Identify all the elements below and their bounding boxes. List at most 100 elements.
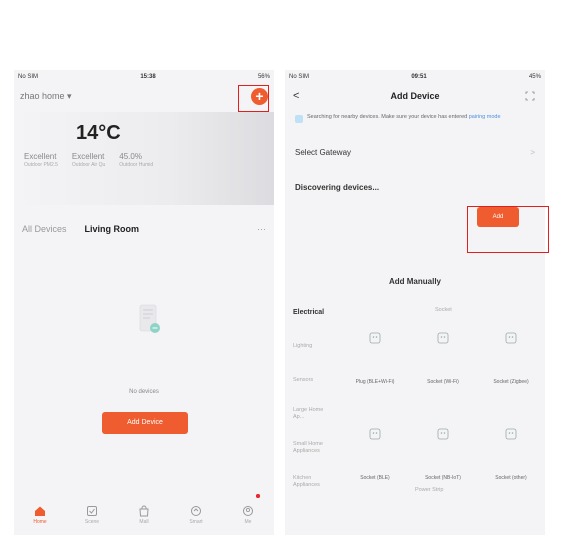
clock: 09:51 xyxy=(411,74,427,80)
status-bar: No SIM 15:38 56% xyxy=(14,70,274,84)
device-item[interactable] xyxy=(409,331,477,369)
device-item[interactable]: Socket (other) xyxy=(477,475,545,513)
home-selector[interactable]: zhao home ▾ xyxy=(20,91,72,102)
device-item[interactable] xyxy=(341,331,409,369)
device-catalog: Electrical Lighting Sensors Large Home A… xyxy=(285,295,545,495)
chevron-right-icon: > xyxy=(530,147,535,157)
device-item[interactable] xyxy=(477,427,545,465)
socket-icon xyxy=(437,332,449,344)
device-grid: Plug (BLE+Wi-Fi) Socket (Wi-Fi) Socket (… xyxy=(341,331,545,513)
device-item[interactable] xyxy=(409,427,477,465)
more-icon[interactable]: ··· xyxy=(257,224,266,234)
weather-stats: Excellent Outdoor PM2.5 Excellent Outdoo… xyxy=(24,152,153,168)
add-manually-title: Add Manually xyxy=(388,276,441,286)
device-label: Socket (BLE) xyxy=(360,475,390,481)
device-label: Socket (Wi-Fi) xyxy=(427,379,459,385)
status-bar: No SIM 09:51 45% xyxy=(285,70,545,84)
category-item[interactable]: Large Home Ap... xyxy=(285,397,341,431)
weather-stat-label: Outdoor Air Qu xyxy=(71,162,106,168)
tab-home[interactable]: Home xyxy=(20,505,60,525)
tab-label: Smart xyxy=(189,519,203,525)
tab-me[interactable]: Me xyxy=(228,494,268,525)
device-item[interactable]: Socket (Zigbee) xyxy=(477,379,545,417)
empty-state: No devices Add Device xyxy=(14,241,274,471)
clock: 15:38 xyxy=(140,74,156,80)
carrier: No SIM xyxy=(18,74,39,80)
empty-state-text: No devices xyxy=(129,389,159,395)
home-header: zhao home ▾ + xyxy=(14,84,274,108)
category-item[interactable]: Sensors xyxy=(285,363,341,397)
mall-icon xyxy=(139,505,149,517)
weather-stat-label: Outdoor Humid xyxy=(119,162,154,168)
chevron-down-icon: ▾ xyxy=(67,90,72,101)
me-icon xyxy=(243,506,253,516)
battery: 56% xyxy=(257,74,270,80)
device-item[interactable]: Socket (BLE) xyxy=(341,475,409,513)
select-gateway-row[interactable]: Select Gateway > xyxy=(285,137,545,167)
notice-text: Searching for nearby devices. Make sure … xyxy=(307,114,501,121)
weather-card: 14°C Excellent Outdoor PM2.5 Excellent O… xyxy=(14,112,274,205)
notice-body: Searching for nearby devices. Make sure … xyxy=(307,114,468,120)
add-device-button[interactable]: Add Device xyxy=(102,412,188,434)
device-label: Socket (NB-IoT) xyxy=(425,475,461,481)
category-item[interactable]: Small Home Appliances xyxy=(285,431,341,465)
category-list: Electrical Lighting Sensors Large Home A… xyxy=(285,295,341,499)
add-device-screen: No SIM 09:51 45% < Add Device Searching … xyxy=(285,70,545,535)
weather-stat: Excellent Outdoor Air Qu xyxy=(72,152,105,168)
device-item[interactable]: Plug (BLE+Wi-Fi) xyxy=(341,379,409,417)
gateway-label: Select Gateway xyxy=(295,147,352,157)
notification-dot xyxy=(256,494,260,498)
subcategory-header: Socket xyxy=(435,307,452,313)
highlight-box xyxy=(238,85,269,112)
device-item[interactable]: Socket (NB-IoT) xyxy=(409,475,477,513)
discovering-label: Discovering devices... xyxy=(295,183,380,192)
weather-stat: Excellent Outdoor PM2.5 xyxy=(24,152,58,168)
scene-icon xyxy=(87,506,97,516)
bottom-tab-bar: Home Scene Mall Smart Me xyxy=(14,494,274,535)
bluetooth-icon xyxy=(295,115,303,123)
device-item[interactable] xyxy=(477,331,545,369)
tab-label: Mall xyxy=(139,519,149,525)
weather-stat-value: Excellent xyxy=(24,152,57,161)
home-icon xyxy=(35,506,45,516)
tab-living-room[interactable]: Living Room xyxy=(85,224,140,234)
home-screen: No SIM 15:38 56% zhao home ▾ + 14°C Exce… xyxy=(14,70,274,535)
socket-icon xyxy=(369,428,381,440)
battery: 45% xyxy=(528,74,541,80)
category-item[interactable]: Electrical xyxy=(285,295,341,329)
category-item[interactable]: Lighting xyxy=(285,329,341,363)
carrier: No SIM xyxy=(289,74,310,80)
back-icon[interactable]: < xyxy=(293,90,299,102)
highlight-box xyxy=(467,206,549,253)
tab-smart[interactable]: Smart xyxy=(176,494,260,525)
socket-icon xyxy=(505,332,517,344)
tab-all-devices[interactable]: All Devices xyxy=(22,224,67,234)
search-notice: Searching for nearby devices. Make sure … xyxy=(295,114,535,123)
temperature: 14°C xyxy=(76,122,121,144)
pairing-mode-link[interactable]: pairing mode xyxy=(469,114,501,120)
tab-label: Me xyxy=(244,519,252,525)
socket-icon xyxy=(505,428,517,440)
smart-icon xyxy=(191,506,201,516)
device-item[interactable] xyxy=(341,427,409,465)
device-label: Socket (other) xyxy=(495,475,527,481)
category-item[interactable]: Kitchen Appliances xyxy=(285,465,341,499)
empty-document-icon xyxy=(139,304,160,333)
device-item[interactable]: Socket (Wi-Fi) xyxy=(409,379,477,417)
weather-stat-label: Outdoor PM2.5 xyxy=(24,162,58,168)
device-label: Socket (Zigbee) xyxy=(493,379,529,385)
tab-label: Scene xyxy=(84,519,100,525)
tab-scene[interactable]: Scene xyxy=(72,505,112,525)
nav-bar: < Add Device xyxy=(285,84,545,108)
page-title: Add Device xyxy=(390,91,440,101)
tab-mall[interactable]: Mall xyxy=(124,505,164,525)
room-tabs: All Devices Living Room ··· xyxy=(14,217,274,241)
tab-label: Home xyxy=(33,519,47,525)
home-name: zhao home xyxy=(20,90,65,101)
weather-stat-value: Excellent xyxy=(71,152,105,161)
weather-stat-value: 45.0% xyxy=(119,152,142,161)
socket-icon xyxy=(369,332,381,344)
scan-icon[interactable] xyxy=(525,91,535,101)
socket-icon xyxy=(437,428,449,440)
device-label: Plug (BLE+Wi-Fi) xyxy=(355,379,395,385)
